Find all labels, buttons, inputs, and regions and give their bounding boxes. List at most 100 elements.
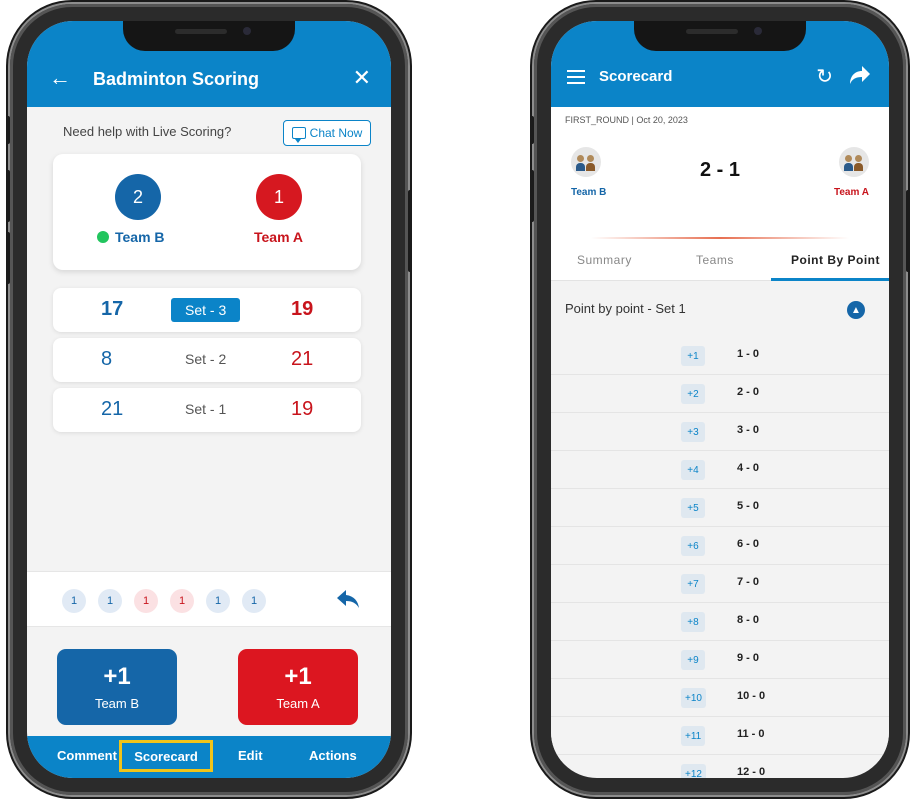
point-score: 9 - 0 [737,652,760,664]
point-row: +1 1 - 0 [551,337,889,375]
phone-volume-down [6,232,10,284]
point-badge: +2 [681,384,705,404]
collapse-chevron-icon[interactable]: ▲ [847,301,865,319]
hamburger-menu-icon[interactable] [567,70,585,84]
refresh-icon[interactable]: ↻ [816,64,833,89]
team-a-button-name: Team A [276,695,320,711]
badminton-scoring-screen: ← Badminton Scoring ✕ Need help with Liv… [27,21,391,778]
point-by-point-heading: Point by point - Set 1 [565,301,686,316]
point-badge: +6 [681,536,705,556]
point-badge: +10 [681,688,706,708]
chat-now-button[interactable]: Chat Now [283,120,371,146]
set-3-team-b-score: 17 [101,298,124,320]
chat-now-label: Chat Now [309,126,363,140]
tab-scorecard[interactable]: Scorecard [119,740,213,772]
rally-chip: 1 [98,589,122,613]
point-badge: +11 [681,726,706,746]
phone-volume-up [530,170,534,222]
team-b-name: Team B [115,229,165,245]
team-b-plus-label: +1 [103,662,131,690]
point-row: +6 6 - 0 [551,527,889,565]
tab-summary[interactable]: Summary [577,253,632,267]
team-b-name: Team B [571,187,607,198]
team-a-name: Team A [833,187,869,198]
rally-chip: 1 [134,589,158,613]
help-text: Need help with Live Scoring? [63,124,232,139]
tab-teams[interactable]: Teams [696,253,734,267]
phone-notch [123,21,295,51]
point-score: 1 - 0 [737,348,760,360]
point-row: +8 8 - 0 [551,603,889,641]
point-score: 7 - 0 [737,576,760,588]
phone-mute-switch [530,116,534,144]
tab-actions[interactable]: Actions [309,748,357,763]
point-by-point-section: Point by point - Set 1 ▲ +1 1 - 0 +2 2 - 0… [551,281,889,778]
set-2-team-a-score: 21 [291,348,314,370]
undo-icon[interactable] [335,588,361,610]
match-score: 2 - 1 [699,159,741,181]
tab-edit[interactable]: Edit [238,748,263,763]
set-row-2[interactable]: 8 Set - 2 21 [53,338,361,382]
team-b-add-point-button[interactable]: +1 Team B [57,649,177,725]
point-score: 5 - 0 [737,500,760,512]
phone-frame-right: Scorecard ↻ FIRST_ROUND | Oct 20, 2023 T… [530,4,910,795]
point-row: +3 3 - 0 [551,413,889,451]
divider [591,237,849,239]
bottom-tab-bar: Comment Scorecard Edit Actions [27,736,391,778]
point-score: 4 - 0 [737,462,760,474]
match-score-card: 2 1 Team B Team A [53,154,361,270]
point-badge: +5 [681,498,705,518]
set-1-label: Set - 1 [185,401,227,417]
point-score: 8 - 0 [737,614,760,626]
phone-mute-switch [6,116,10,144]
phone-power-button [906,190,910,272]
point-score: 12 - 0 [737,766,766,778]
set-row-1[interactable]: 21 Set - 1 19 [53,388,361,432]
rally-chip: 1 [206,589,230,613]
point-row: +7 7 - 0 [551,565,889,603]
team-b-label: Team B [97,229,165,245]
scorecard-screen: Scorecard ↻ FIRST_ROUND | Oct 20, 2023 T… [551,21,889,778]
point-badge: +8 [681,612,705,632]
phone-frame-left: ← Badminton Scoring ✕ Need help with Liv… [6,4,412,795]
set-1-team-b-score: 21 [101,398,124,420]
rally-chip: 1 [170,589,194,613]
chat-bubble-icon [291,127,306,143]
point-row: +5 5 - 0 [551,489,889,527]
set-row-3[interactable]: 17 Set - 3 19 [53,288,361,332]
scorecard-tabs: Summary Teams Point By Point [551,241,889,281]
point-row: +11 11 - 0 [551,717,889,755]
match-meta: FIRST_ROUND | Oct 20, 2023 [565,115,688,125]
back-arrow-icon[interactable]: ← [49,67,71,89]
tab-comment[interactable]: Comment [57,748,117,763]
share-icon[interactable] [849,65,871,85]
set-2-team-b-score: 8 [101,348,113,370]
point-badge: +12 [681,764,706,778]
point-row: +4 4 - 0 [551,451,889,489]
rally-chip: 1 [242,589,266,613]
point-badge: +3 [681,422,705,442]
point-score: 10 - 0 [737,690,766,702]
point-score: 11 - 0 [737,728,765,740]
team-a-name: Team A [254,229,304,245]
phone-power-button [408,190,412,272]
point-badge: +7 [681,574,705,594]
point-score: 2 - 0 [737,386,760,398]
tab-point-by-point[interactable]: Point By Point [791,253,880,267]
phone-notch [634,21,806,51]
point-row: +10 10 - 0 [551,679,889,717]
point-row: +9 9 - 0 [551,641,889,679]
close-icon[interactable]: ✕ [353,65,371,91]
point-badge: +1 [681,346,705,366]
serving-indicator-icon [97,231,109,243]
set-1-team-a-score: 19 [291,398,314,420]
rally-history: 1 1 1 1 1 1 [27,571,391,627]
scorecard-title: Scorecard [599,68,673,85]
help-row: Need help with Live Scoring? Chat Now [63,120,371,146]
point-row: +12 12 - 0 [551,755,889,778]
point-score: 3 - 0 [737,424,760,436]
team-a-add-point-button[interactable]: +1 Team A [238,649,358,725]
set-3-team-a-score: 19 [291,298,314,320]
team-b-sets-won: 2 [115,174,161,220]
set-3-label: Set - 3 [171,298,241,322]
